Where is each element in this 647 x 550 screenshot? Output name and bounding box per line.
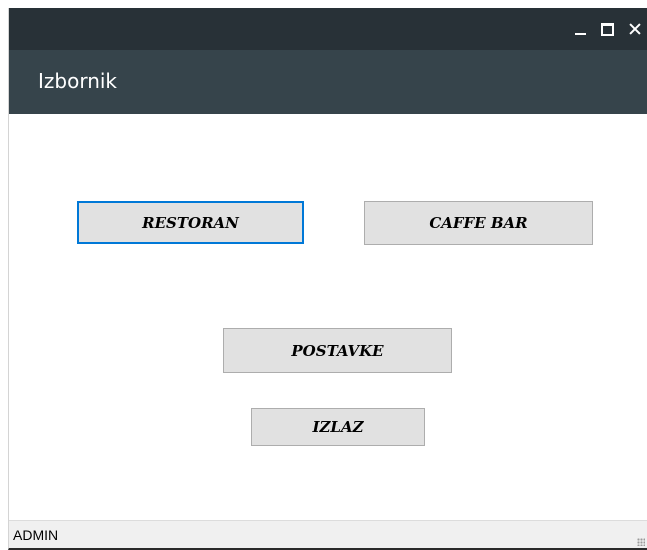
maximize-icon xyxy=(601,22,614,36)
restoran-button[interactable]: RESTORAN xyxy=(77,201,304,244)
window-header: Izbornik xyxy=(9,50,647,114)
window-title: Izbornik xyxy=(38,69,118,93)
app-window: Izbornik RESTORAN CAFFE BAR POSTAVKE IZL… xyxy=(8,8,647,550)
window-controls xyxy=(567,8,647,50)
minimize-button[interactable] xyxy=(567,8,594,50)
caffe-bar-button[interactable]: CAFFE BAR xyxy=(364,201,593,245)
close-icon xyxy=(628,22,642,36)
postavke-button[interactable]: POSTAVKE xyxy=(223,328,452,373)
status-user-label: ADMIN xyxy=(13,527,59,543)
resize-grip-icon[interactable] xyxy=(637,538,645,546)
maximize-button[interactable] xyxy=(594,8,621,50)
izlaz-button[interactable]: IZLAZ xyxy=(251,408,425,446)
title-bar[interactable] xyxy=(9,8,647,50)
close-button[interactable] xyxy=(621,8,647,50)
status-bar: ADMIN xyxy=(9,520,647,548)
minimize-icon xyxy=(575,33,586,35)
